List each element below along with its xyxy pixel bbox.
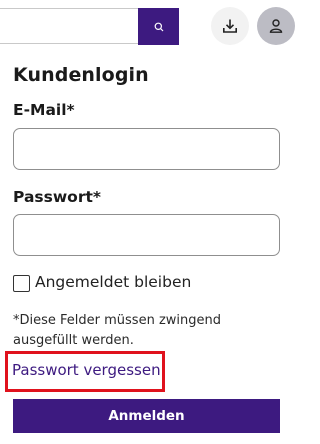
remember-checkbox[interactable]: [13, 275, 30, 292]
user-icon: [269, 19, 283, 33]
search-button[interactable]: [138, 8, 179, 45]
login-button[interactable]: Anmelden: [13, 399, 280, 433]
email-field[interactable]: [13, 128, 280, 170]
forgot-password-link[interactable]: Passwort vergessen: [12, 361, 161, 379]
page-title: Kundenlogin: [13, 64, 149, 86]
download-button[interactable]: [211, 7, 249, 45]
password-field[interactable]: [13, 214, 280, 256]
download-icon: [222, 19, 237, 33]
search-input[interactable]: [0, 8, 138, 44]
account-button[interactable]: [257, 7, 295, 45]
password-label: Passwort*: [13, 188, 101, 206]
required-note: *Diese Felder müssen zwingend ausgefüllt…: [13, 313, 221, 348]
email-label: E-Mail*: [13, 101, 75, 119]
remember-label[interactable]: Angemeldet bleiben: [35, 273, 191, 291]
search-icon: [154, 22, 163, 31]
